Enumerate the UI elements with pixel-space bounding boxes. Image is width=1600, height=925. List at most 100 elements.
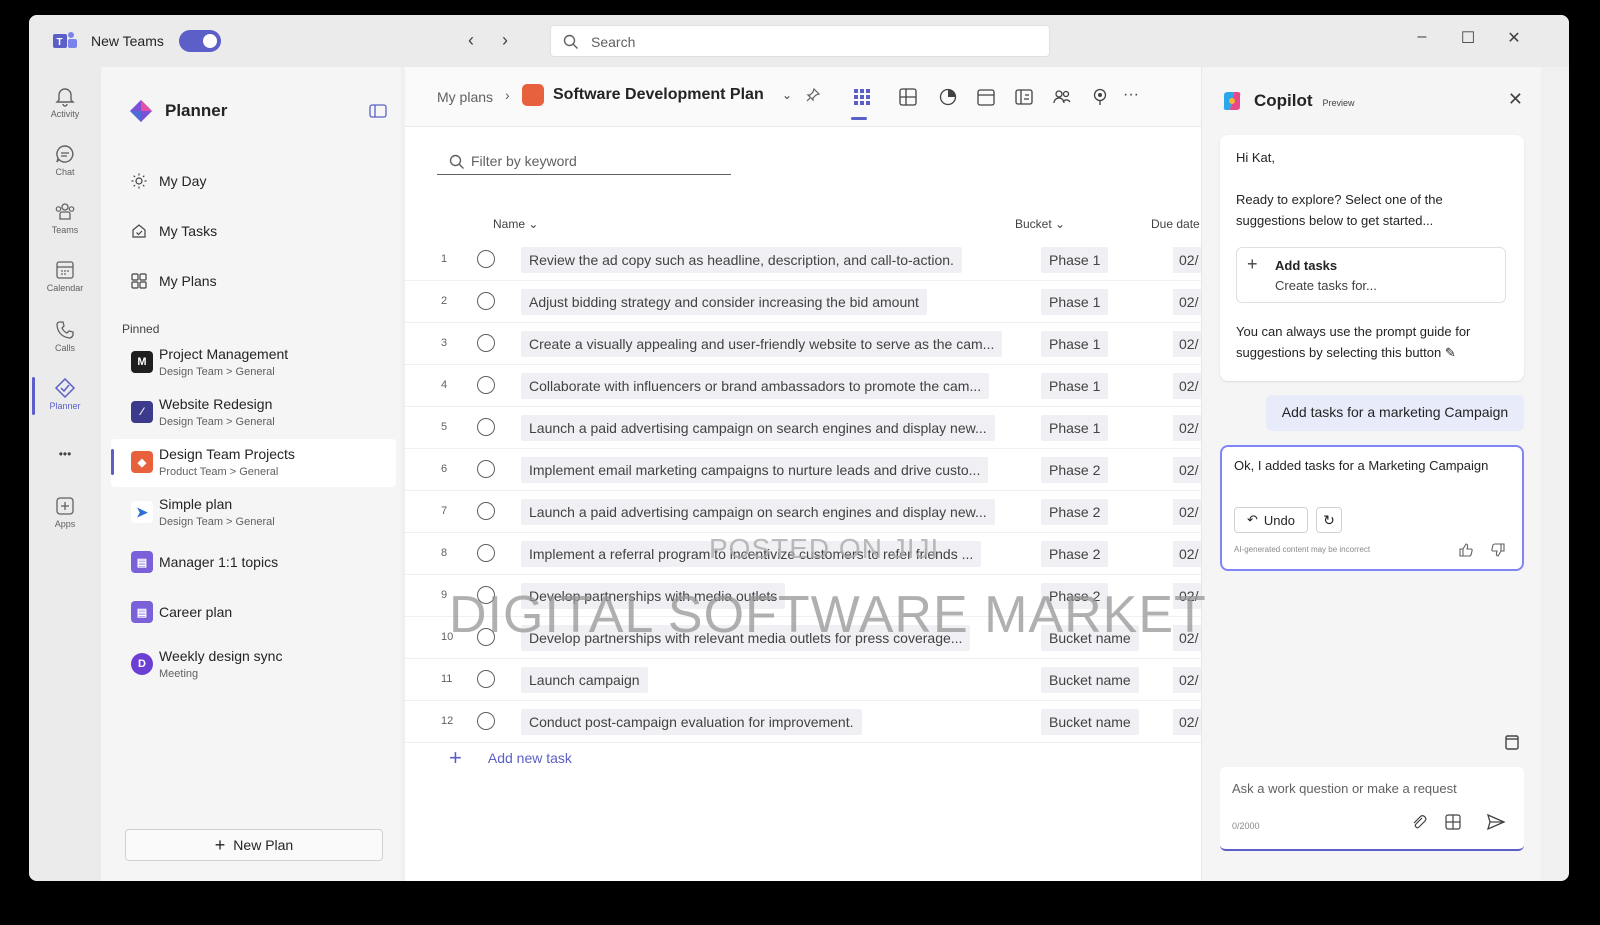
close-window-icon[interactable]: ✕ — [1502, 28, 1526, 48]
complete-task-checkbox[interactable] — [477, 712, 495, 730]
rail-item-activity[interactable]: Activity — [29, 77, 101, 135]
rail-more[interactable]: ••• — [29, 439, 101, 469]
task-due-date[interactable]: 02/ — [1173, 541, 1203, 567]
task-name[interactable]: Create a visually appealing and user-fri… — [521, 331, 1003, 357]
complete-task-checkbox[interactable] — [477, 250, 495, 268]
task-bucket[interactable]: Bucket name — [1041, 667, 1139, 693]
column-header-due-date[interactable]: Due date — [1151, 217, 1200, 231]
rail-item-teams[interactable]: Teams — [29, 193, 101, 251]
chevron-down-icon[interactable]: ⌄ — [782, 88, 792, 102]
search-input[interactable]: Search — [550, 25, 1050, 57]
task-bucket[interactable]: Phase 2 — [1041, 499, 1109, 525]
nav-my-day[interactable]: My Day — [131, 173, 206, 189]
rail-item-calls[interactable]: Calls — [29, 311, 101, 369]
task-due-date[interactable]: 02/ — [1173, 415, 1203, 441]
pinned-plan-weekly-design-sync[interactable]: D Weekly design sync Meeting — [111, 641, 396, 689]
back-arrow-icon[interactable]: ‹ — [461, 30, 481, 51]
add-new-task-button[interactable]: + Add new task — [449, 745, 572, 771]
new-teams-toggle[interactable] — [179, 30, 221, 52]
rail-item-apps[interactable]: Apps — [29, 487, 101, 545]
people-view-icon[interactable] — [1051, 86, 1073, 108]
breadcrumb-my-plans[interactable]: My plans — [437, 89, 493, 105]
task-bucket[interactable]: Bucket name — [1041, 709, 1139, 735]
rail-item-calendar[interactable]: Calendar — [29, 251, 101, 309]
plan-title[interactable]: Software Development Plan — [553, 86, 764, 104]
task-name[interactable]: Launch a paid advertising campaign on se… — [521, 499, 995, 525]
refresh-button[interactable]: ↻ — [1316, 507, 1342, 533]
pinned-plan-simple-plan[interactable]: ➤ Simple plan Design Team > General — [111, 489, 396, 537]
timeline-view-icon[interactable] — [1013, 86, 1035, 108]
pinned-plan-manager-topics[interactable]: ▤ Manager 1:1 topics — [111, 539, 396, 587]
task-name[interactable]: Implement email marketing campaigns to n… — [521, 457, 989, 483]
task-due-date[interactable]: 02/ — [1173, 667, 1203, 693]
task-row[interactable]: 4 Collaborate with influencers or brand a… — [405, 365, 1203, 407]
more-options-icon[interactable]: ··· — [1123, 86, 1145, 108]
task-row[interactable]: 2 Adjust bidding strategy and consider in… — [405, 281, 1203, 323]
task-name[interactable]: Conduct post-campaign evaluation for imp… — [521, 709, 862, 735]
filter-keyword-input[interactable]: Filter by keyword — [437, 149, 731, 175]
forward-arrow-icon[interactable]: › — [495, 30, 515, 51]
new-plan-button[interactable]: + New Plan — [125, 829, 383, 861]
task-due-date[interactable]: 02/ — [1173, 373, 1203, 399]
task-row[interactable]: 11 Launch campaign Bucket name 02/ — [405, 659, 1203, 701]
task-bucket[interactable]: Phase 2 — [1041, 541, 1109, 567]
charts-view-icon[interactable] — [937, 86, 959, 108]
complete-task-checkbox[interactable] — [477, 670, 495, 688]
pinned-plan-website-redesign[interactable]: ⁄ Website Redesign Design Team > General — [111, 389, 396, 437]
task-row[interactable]: 12 Conduct post-campaign evaluation for i… — [405, 701, 1203, 743]
task-name[interactable]: Collaborate with influencers or brand am… — [521, 373, 990, 399]
nav-my-tasks[interactable]: My Tasks — [131, 223, 217, 239]
task-due-date[interactable]: 02/ — [1173, 499, 1203, 525]
send-icon[interactable] — [1486, 813, 1506, 831]
complete-task-checkbox[interactable] — [477, 418, 495, 436]
prompt-guide-icon[interactable]: ✎ — [1445, 345, 1456, 360]
column-header-name[interactable]: Name ⌄ — [493, 217, 538, 231]
minimize-icon[interactable]: – — [1410, 28, 1434, 46]
attach-icon[interactable] — [1410, 813, 1428, 831]
nav-my-plans[interactable]: My Plans — [131, 273, 217, 289]
task-bucket[interactable]: Phase 1 — [1041, 373, 1109, 399]
task-name[interactable]: Launch campaign — [521, 667, 648, 693]
board-view-icon[interactable] — [897, 86, 919, 108]
task-row[interactable]: 5 Launch a paid advertising campaign on s… — [405, 407, 1203, 449]
task-row[interactable]: 7 Launch a paid advertising campaign on s… — [405, 491, 1203, 533]
task-name[interactable]: Launch a paid advertising campaign on se… — [521, 415, 995, 441]
task-due-date[interactable]: 02/ — [1173, 709, 1203, 735]
pinned-plan-project-management[interactable]: M Project Management Design Team > Gener… — [111, 339, 396, 387]
undo-button[interactable]: ↶ Undo — [1234, 507, 1308, 533]
rail-item-planner[interactable]: Planner — [29, 369, 101, 427]
close-icon[interactable]: ✕ — [1508, 89, 1523, 110]
complete-task-checkbox[interactable] — [477, 544, 495, 562]
prompt-guide-icon[interactable] — [1444, 813, 1462, 831]
complete-task-checkbox[interactable] — [477, 292, 495, 310]
thumbs-up-icon[interactable] — [1458, 542, 1474, 558]
complete-task-checkbox[interactable] — [477, 460, 495, 478]
task-due-date[interactable]: 02/ — [1173, 247, 1203, 273]
task-due-date[interactable]: 02/ — [1173, 289, 1203, 315]
task-row[interactable]: 3 Create a visually appealing and user-fr… — [405, 323, 1203, 365]
add-tasks-suggestion[interactable]: + Add tasks Create tasks for... — [1236, 247, 1506, 303]
task-name[interactable]: Review the ad copy such as headline, des… — [521, 247, 962, 273]
complete-task-checkbox[interactable] — [477, 334, 495, 352]
task-bucket[interactable]: Phase 1 — [1041, 415, 1109, 441]
task-row[interactable]: 1 Review the ad copy such as headline, de… — [405, 239, 1203, 281]
schedule-view-icon[interactable] — [975, 86, 997, 108]
pinned-plan-design-team-projects[interactable]: ◆ Design Team Projects Product Team > Ge… — [111, 439, 396, 487]
task-bucket[interactable]: Phase 1 — [1041, 289, 1109, 315]
collapse-panel-icon[interactable] — [369, 103, 387, 119]
new-chat-icon[interactable] — [1503, 733, 1521, 751]
task-bucket[interactable]: Phase 1 — [1041, 331, 1109, 357]
complete-task-checkbox[interactable] — [477, 502, 495, 520]
pin-icon[interactable] — [805, 87, 821, 103]
rail-item-chat[interactable]: Chat — [29, 135, 101, 193]
task-name[interactable]: Adjust bidding strategy and consider inc… — [521, 289, 927, 315]
column-header-bucket[interactable]: Bucket ⌄ — [1015, 217, 1065, 231]
task-bucket[interactable]: Phase 1 — [1041, 247, 1109, 273]
task-due-date[interactable]: 02/ — [1173, 457, 1203, 483]
task-bucket[interactable]: Phase 2 — [1041, 457, 1109, 483]
grid-view-icon[interactable] — [851, 86, 873, 108]
goals-view-icon[interactable] — [1089, 86, 1111, 108]
maximize-icon[interactable]: ☐ — [1456, 28, 1480, 48]
thumbs-down-icon[interactable] — [1490, 542, 1506, 558]
task-due-date[interactable]: 02/ — [1173, 331, 1203, 357]
